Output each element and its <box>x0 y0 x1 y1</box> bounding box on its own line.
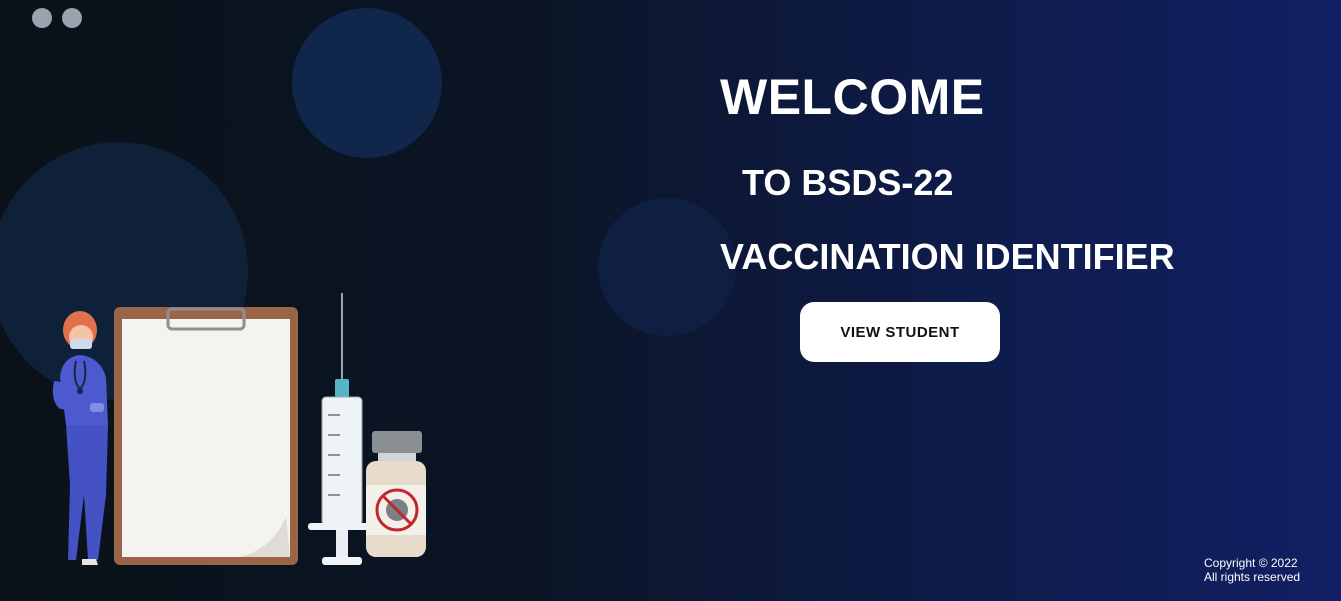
window-controls <box>32 8 82 28</box>
vaccine-vial-icon <box>366 431 426 557</box>
window-dot-1[interactable] <box>32 8 52 28</box>
subtitle-heading: TO BSDS-22 <box>742 162 954 203</box>
vaccination-illustration <box>52 293 426 565</box>
view-student-button[interactable]: VIEW STUDENT <box>800 302 1000 362</box>
welcome-heading: WELCOME <box>720 69 985 125</box>
window-dot-2[interactable] <box>62 8 82 28</box>
copyright-text: Copyright © 2022 <box>1204 556 1298 570</box>
clipboard-icon <box>114 307 298 565</box>
app-name-heading: VACCINATION IDENTIFIER <box>720 236 1175 277</box>
decorative-circle-middle <box>598 198 736 336</box>
copyright-footer: Copyright © 2022 All rights reserved <box>1204 556 1300 584</box>
nurse-icon <box>52 311 108 565</box>
decorative-circle-top <box>292 8 442 158</box>
syringe-icon <box>308 293 376 565</box>
rights-text: All rights reserved <box>1204 570 1301 584</box>
